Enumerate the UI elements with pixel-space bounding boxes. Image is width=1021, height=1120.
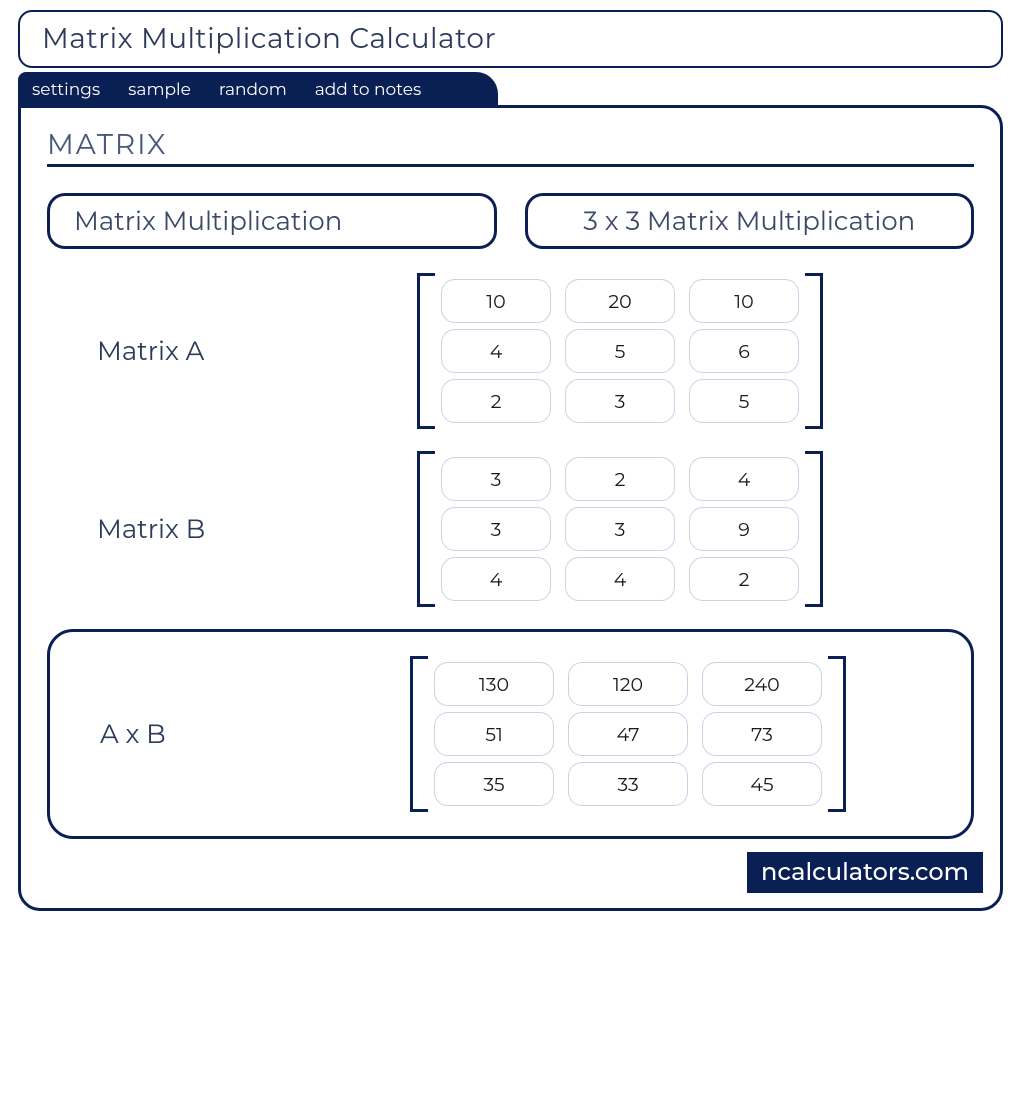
matrix-b-cell[interactable]: 4 xyxy=(441,557,551,601)
matrix-b-cell[interactable]: 3 xyxy=(441,507,551,551)
matrix-b-row: Matrix B 3 2 4 3 3 9 4 4 2 xyxy=(47,451,974,607)
tabs-row: settings sample random add to notes xyxy=(18,72,498,108)
page-title-text: Matrix Multiplication Calculator xyxy=(42,22,496,56)
matrix-result-cell: 73 xyxy=(702,712,822,756)
matrix-b-cell[interactable]: 4 xyxy=(689,457,799,501)
section-header: MATRIX xyxy=(47,128,974,167)
matrix-result-grid: 130 120 240 51 47 73 35 33 45 xyxy=(434,662,822,806)
bracket-left-icon xyxy=(410,656,428,812)
matrix-a-label: Matrix A xyxy=(47,335,417,367)
matrix-a-cell[interactable]: 20 xyxy=(565,279,675,323)
page-title: Matrix Multiplication Calculator xyxy=(18,10,1003,68)
pill-3x3-matrix-multiplication[interactable]: 3 x 3 Matrix Multiplication xyxy=(525,193,975,249)
matrix-b-cell[interactable]: 9 xyxy=(689,507,799,551)
matrix-a-row: Matrix A 10 20 10 4 5 6 2 3 5 xyxy=(47,273,974,429)
matrix-a-cell[interactable]: 5 xyxy=(689,379,799,423)
matrix-a-cell[interactable]: 6 xyxy=(689,329,799,373)
matrix-result-cell: 47 xyxy=(568,712,688,756)
bracket-left-icon xyxy=(417,451,435,607)
tab-add-to-notes[interactable]: add to notes xyxy=(315,80,422,100)
matrix-a-cell[interactable]: 3 xyxy=(565,379,675,423)
matrix-a-cell[interactable]: 5 xyxy=(565,329,675,373)
pill-left-label: Matrix Multiplication xyxy=(74,205,342,237)
matrix-b-bracket: 3 2 4 3 3 9 4 4 2 xyxy=(417,451,823,607)
tab-random[interactable]: random xyxy=(219,80,287,100)
tab-settings[interactable]: settings xyxy=(32,80,100,100)
bracket-right-icon xyxy=(828,656,846,812)
pill-row: Matrix Multiplication 3 x 3 Matrix Multi… xyxy=(47,193,974,249)
matrix-a-grid: 10 20 10 4 5 6 2 3 5 xyxy=(441,279,799,423)
matrix-b-label: Matrix B xyxy=(47,513,417,545)
matrix-a-cell[interactable]: 10 xyxy=(441,279,551,323)
matrix-b-grid: 3 2 4 3 3 9 4 4 2 xyxy=(441,457,799,601)
matrix-result-cell: 33 xyxy=(568,762,688,806)
tab-sample[interactable]: sample xyxy=(128,80,191,100)
bracket-right-icon xyxy=(805,273,823,429)
result-box: A x B 130 120 240 51 47 73 35 33 45 xyxy=(47,629,974,839)
matrix-b-cell[interactable]: 2 xyxy=(565,457,675,501)
matrix-a-bracket: 10 20 10 4 5 6 2 3 5 xyxy=(417,273,823,429)
pill-right-label: 3 x 3 Matrix Multiplication xyxy=(583,205,915,237)
matrix-result-row: A x B 130 120 240 51 47 73 35 33 45 xyxy=(70,656,951,812)
footer-link[interactable]: ncalculators.com xyxy=(746,851,984,894)
matrix-result-cell: 240 xyxy=(702,662,822,706)
matrix-b-cell[interactable]: 3 xyxy=(565,507,675,551)
matrix-a-cell[interactable]: 4 xyxy=(441,329,551,373)
matrix-result-label: A x B xyxy=(70,718,410,750)
matrix-b-cell[interactable]: 2 xyxy=(689,557,799,601)
matrix-b-cell[interactable]: 3 xyxy=(441,457,551,501)
matrix-result-cell: 45 xyxy=(702,762,822,806)
bracket-left-icon xyxy=(417,273,435,429)
matrix-b-cell[interactable]: 4 xyxy=(565,557,675,601)
footer-badge: ncalculators.com xyxy=(47,851,984,894)
matrix-result-bracket: 130 120 240 51 47 73 35 33 45 xyxy=(410,656,846,812)
matrix-result-cell: 130 xyxy=(434,662,554,706)
pill-matrix-multiplication[interactable]: Matrix Multiplication xyxy=(47,193,497,249)
matrix-result-cell: 35 xyxy=(434,762,554,806)
main-panel: MATRIX Matrix Multiplication 3 x 3 Matri… xyxy=(18,105,1003,911)
bracket-right-icon xyxy=(805,451,823,607)
matrix-a-cell[interactable]: 10 xyxy=(689,279,799,323)
matrix-a-cell[interactable]: 2 xyxy=(441,379,551,423)
matrix-result-cell: 120 xyxy=(568,662,688,706)
matrix-result-cell: 51 xyxy=(434,712,554,756)
